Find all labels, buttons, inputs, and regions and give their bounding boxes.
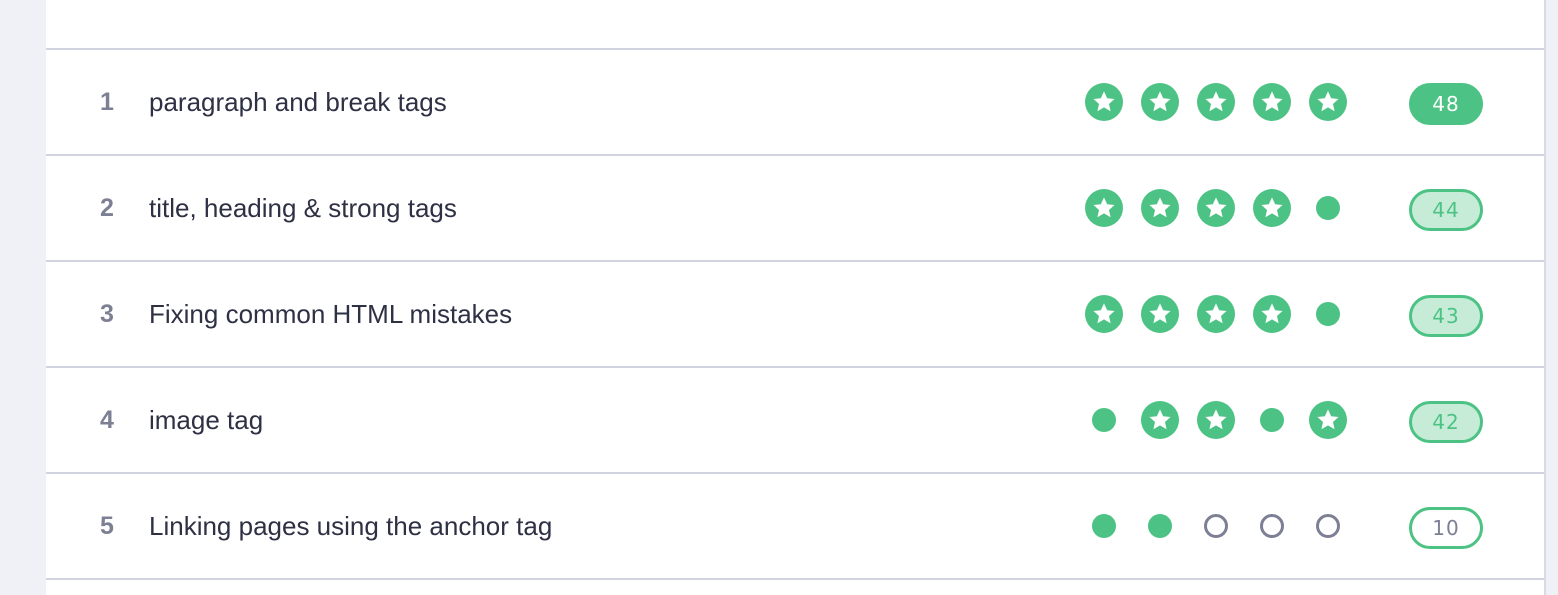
filled-dot-icon-shape: [1092, 514, 1116, 538]
star-complete-icon: [1197, 83, 1235, 121]
score-badge: 43: [1409, 295, 1483, 337]
star-complete-icon: [1309, 83, 1347, 121]
lesson-row[interactable]: 2 title, heading & strong tags 44: [46, 156, 1544, 262]
star-complete-icon: [1085, 83, 1123, 121]
progress-marks: [1085, 189, 1355, 227]
filled-dot-icon-shape: [1260, 408, 1284, 432]
score-badge: 10: [1409, 507, 1483, 549]
star-complete-icon-shape: [1141, 189, 1179, 227]
lesson-title[interactable]: paragraph and break tags: [149, 50, 447, 154]
lesson-row[interactable]: 1 paragraph and break tags 48: [46, 50, 1544, 156]
progress-marks: [1085, 83, 1355, 121]
lesson-number: 5: [100, 512, 114, 540]
filled-dot-icon: [1141, 507, 1179, 545]
star-complete-icon-shape: [1253, 295, 1291, 333]
lesson-number: 2: [100, 194, 114, 222]
star-complete-icon-shape: [1141, 295, 1179, 333]
star-complete-icon-shape: [1141, 401, 1179, 439]
star-complete-icon-shape: [1085, 295, 1123, 333]
empty-circle-icon: [1197, 507, 1235, 545]
lesson-title[interactable]: image tag: [149, 368, 263, 472]
filled-dot-icon: [1085, 507, 1123, 545]
filled-dot-icon-shape: [1316, 196, 1340, 220]
lesson-title[interactable]: Fixing common HTML mistakes: [149, 262, 512, 366]
star-complete-icon: [1085, 189, 1123, 227]
star-complete-icon-shape: [1085, 189, 1123, 227]
score-badge: 42: [1409, 401, 1483, 443]
lesson-row[interactable]: 3 Fixing common HTML mistakes 43: [46, 262, 1544, 368]
lesson-number: 1: [100, 88, 114, 116]
star-complete-icon: [1141, 189, 1179, 227]
empty-circle-icon-shape: [1316, 514, 1340, 538]
filled-dot-icon: [1309, 295, 1347, 333]
filled-dot-icon: [1085, 401, 1123, 439]
empty-circle-icon-shape: [1260, 514, 1284, 538]
star-complete-icon-shape: [1085, 83, 1123, 121]
lesson-row[interactable]: 4 image tag 42: [46, 368, 1544, 474]
progress-marks: [1085, 295, 1355, 333]
lesson-row[interactable]: 5 Linking pages using the anchor tag 10: [46, 474, 1544, 580]
lesson-number: 4: [100, 406, 114, 434]
star-complete-icon-shape: [1309, 83, 1347, 121]
star-complete-icon-shape: [1197, 189, 1235, 227]
star-complete-icon-shape: [1197, 295, 1235, 333]
star-complete-icon: [1085, 295, 1123, 333]
list-header: [46, 0, 1544, 50]
star-complete-icon-shape: [1253, 189, 1291, 227]
lesson-list: 1 paragraph and break tags 48 2 title, headi…: [46, 50, 1544, 580]
star-complete-icon-shape: [1141, 83, 1179, 121]
filled-dot-icon: [1309, 189, 1347, 227]
filled-dot-icon-shape: [1148, 514, 1172, 538]
star-complete-icon: [1197, 189, 1235, 227]
lesson-title[interactable]: title, heading & strong tags: [149, 156, 457, 260]
star-complete-icon-shape: [1197, 83, 1235, 121]
filled-dot-icon-shape: [1092, 408, 1116, 432]
star-complete-icon-shape: [1309, 401, 1347, 439]
score-badge: 48: [1409, 83, 1483, 125]
progress-marks: [1085, 401, 1355, 439]
star-complete-icon: [1253, 189, 1291, 227]
empty-circle-icon: [1309, 507, 1347, 545]
star-complete-icon: [1197, 295, 1235, 333]
empty-circle-icon: [1253, 507, 1291, 545]
star-complete-icon: [1309, 401, 1347, 439]
star-complete-icon: [1253, 295, 1291, 333]
star-complete-icon-shape: [1253, 83, 1291, 121]
filled-dot-icon-shape: [1316, 302, 1340, 326]
lesson-number: 3: [100, 300, 114, 328]
lesson-list-panel: 1 paragraph and break tags 48 2 title, headi…: [46, 0, 1546, 595]
star-complete-icon: [1141, 401, 1179, 439]
star-complete-icon: [1253, 83, 1291, 121]
star-complete-icon: [1141, 295, 1179, 333]
empty-circle-icon-shape: [1204, 514, 1228, 538]
star-complete-icon: [1141, 83, 1179, 121]
lesson-title[interactable]: Linking pages using the anchor tag: [149, 474, 552, 578]
star-complete-icon: [1197, 401, 1235, 439]
star-complete-icon-shape: [1197, 401, 1235, 439]
filled-dot-icon: [1253, 401, 1291, 439]
score-badge: 44: [1409, 189, 1483, 231]
progress-marks: [1085, 507, 1355, 545]
